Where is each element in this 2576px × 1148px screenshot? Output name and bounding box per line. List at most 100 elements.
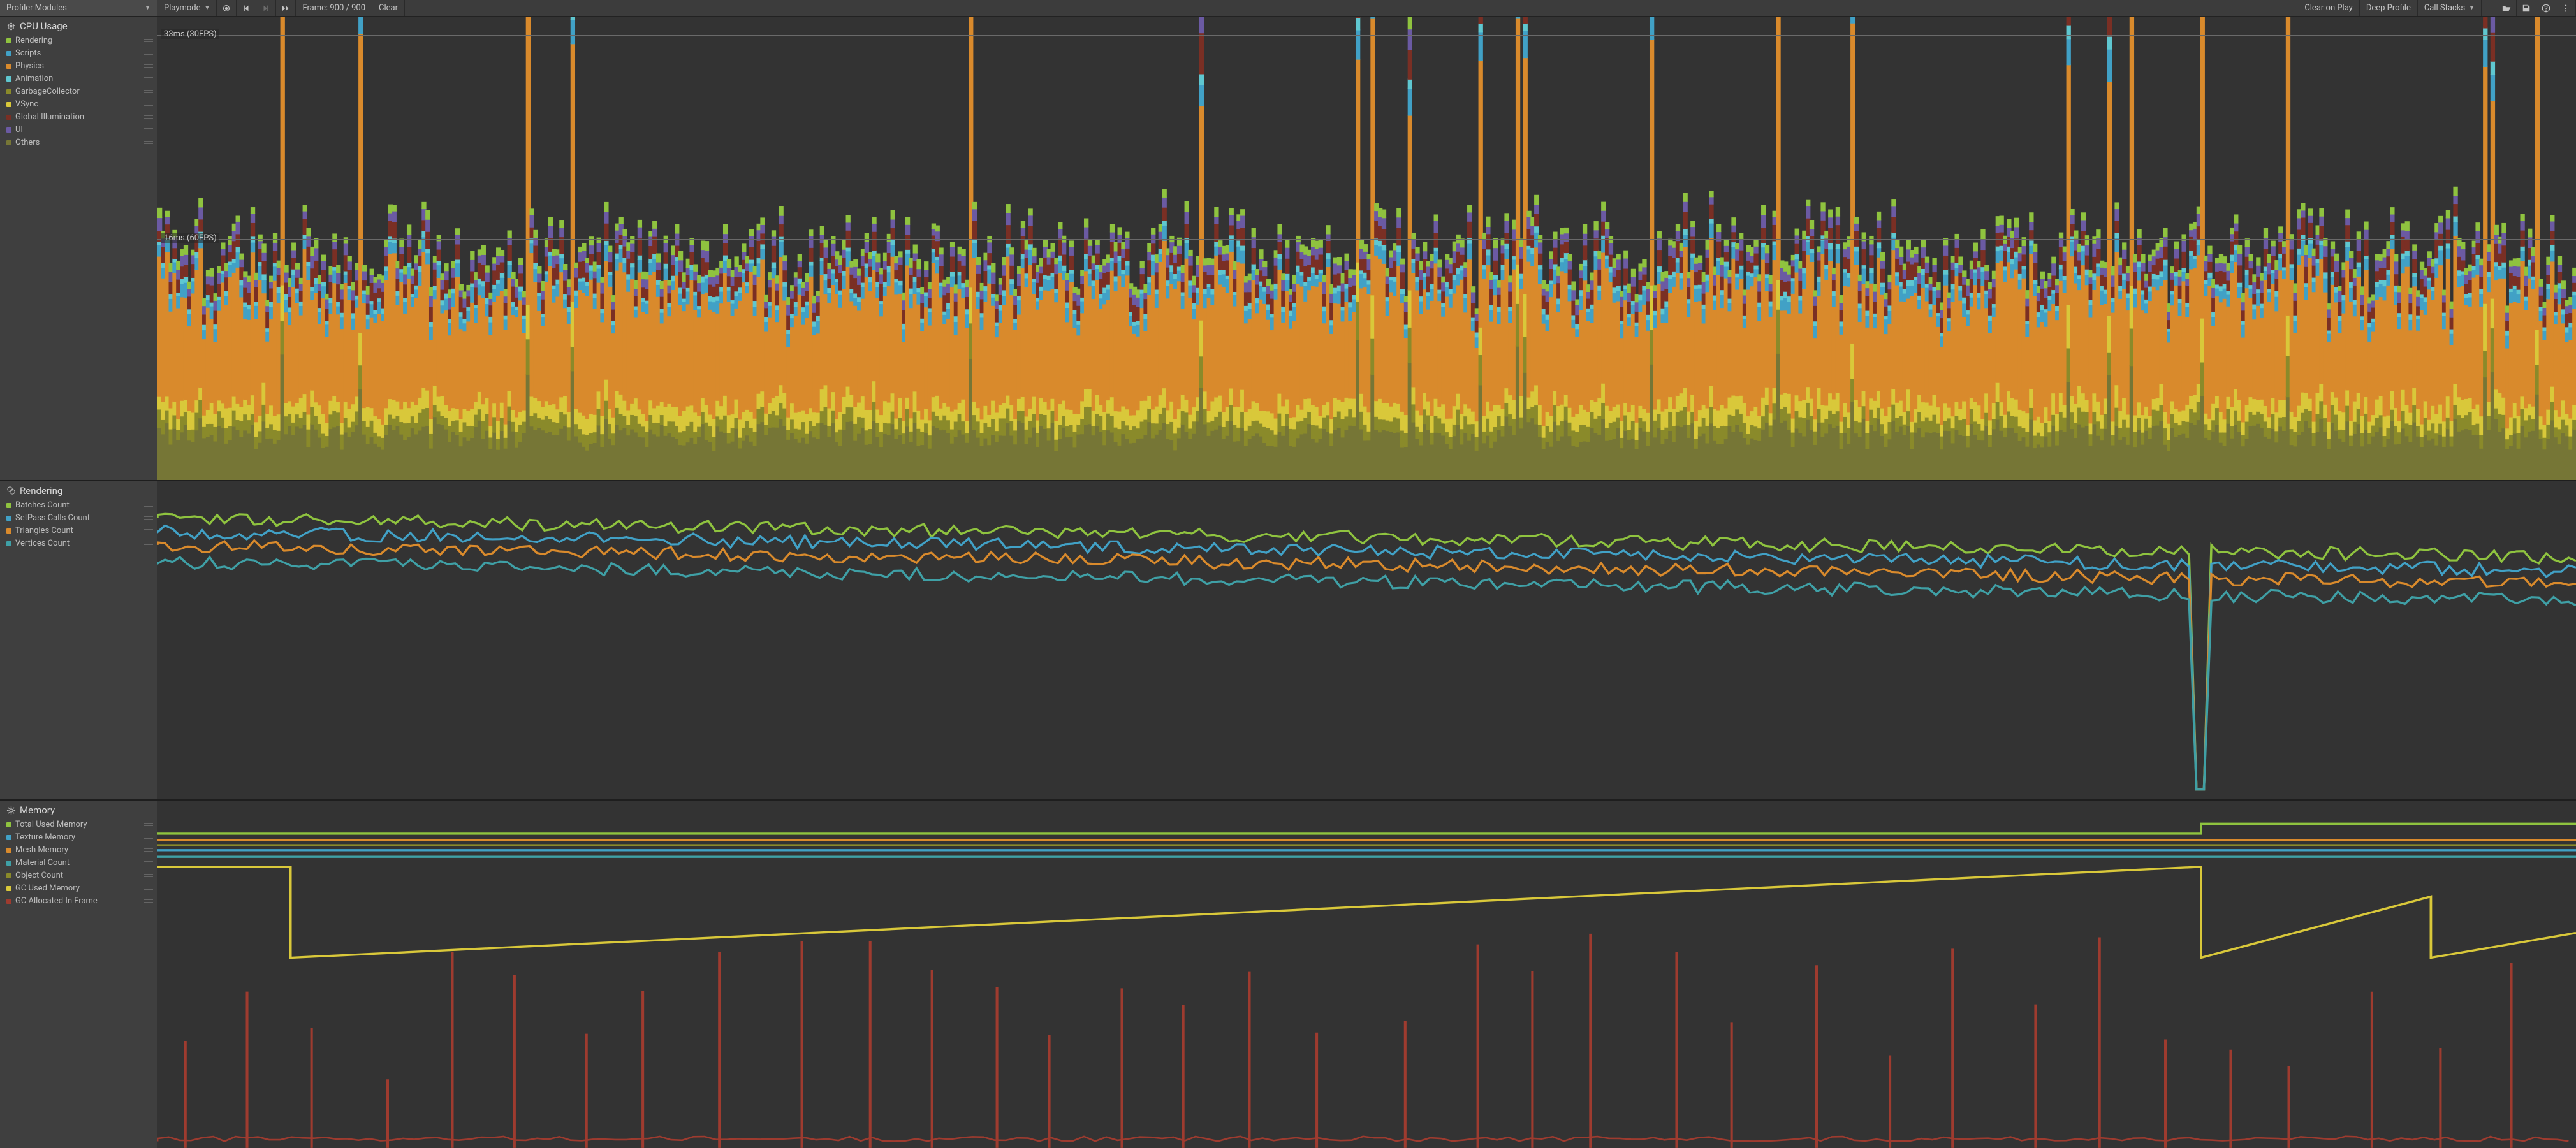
rendering-icon [6,486,16,495]
legend-item[interactable]: Total Used Memory [6,818,157,831]
chevron-down-icon: ▼ [145,4,150,11]
drag-handle-icon[interactable] [144,127,153,133]
record-button[interactable] [217,0,237,16]
module-title-rendering[interactable]: Rendering [6,485,157,497]
legend-item[interactable]: Object Count [6,869,157,882]
module-row-memory: Memory Total Used MemoryTexture MemoryMe… [0,801,2576,1148]
legend-item[interactable]: SetPass Calls Count [6,512,157,525]
skip-back-icon [242,4,251,13]
module-title-memory[interactable]: Memory [6,804,157,816]
drag-handle-icon[interactable] [144,834,153,841]
drag-handle-icon[interactable] [144,847,153,854]
legend-label: Animation [15,73,53,85]
chart-memory[interactable] [157,801,2576,1148]
legend-label: Vertices Count [15,537,70,550]
load-button[interactable] [2497,0,2517,16]
module-row-cpu: CPU Usage RenderingScriptsPhysicsAnimati… [0,17,2576,481]
legend-label: Mesh Memory [15,844,68,857]
legend-item[interactable]: Vertices Count [6,537,157,550]
module-sidebar-memory[interactable]: Memory Total Used MemoryTexture MemoryMe… [0,801,157,1148]
chart-rendering[interactable] [157,481,2576,800]
call-stacks-dropdown[interactable]: Call Stacks ▼ [2418,0,2482,16]
legend-label: UI [15,124,23,136]
legend-item[interactable]: Physics [6,60,157,73]
module-sidebar-rendering[interactable]: Rendering Batches CountSetPass Calls Cou… [0,481,157,800]
legend-item[interactable]: Rendering [6,34,157,47]
legend-swatch [6,873,11,878]
legend-item[interactable]: Scripts [6,47,157,60]
legend-swatch [6,64,11,69]
first-frame-button[interactable] [237,0,256,16]
deep-profile-label: Deep Profile [2366,3,2411,13]
drag-handle-icon[interactable] [144,38,153,44]
profiler-modules-label: Profiler Modules [6,3,67,13]
clear-button[interactable]: Clear [372,0,405,16]
toolbar-spacer [405,0,2298,16]
legend-swatch [6,899,11,904]
legend-item[interactable]: Others [6,136,157,149]
legend-item[interactable]: Mesh Memory [6,844,157,857]
legend-label: Triangles Count [15,525,73,537]
next-frame-button[interactable] [256,0,276,16]
drag-handle-icon[interactable] [144,860,153,866]
drag-handle-icon[interactable] [144,140,153,146]
clear-on-play-toggle[interactable]: Clear on Play [2298,0,2360,16]
help-button[interactable] [2536,0,2556,16]
last-frame-button[interactable] [276,0,296,16]
drag-handle-icon[interactable] [144,515,153,521]
playmode-dropdown[interactable]: Playmode ▼ [157,0,217,16]
chart-cpu[interactable]: 33ms (30FPS)16ms (60FPS) [157,17,2576,480]
drag-handle-icon[interactable] [144,50,153,57]
legend-item[interactable]: GC Used Memory [6,882,157,895]
legend-item[interactable]: GC Allocated In Frame [6,895,157,908]
module-title-text: Memory [20,804,55,816]
legend-swatch [6,76,11,82]
drag-handle-icon[interactable] [144,89,153,95]
drag-handle-icon[interactable] [144,76,153,82]
call-stacks-label: Call Stacks [2424,3,2465,13]
drag-handle-icon[interactable] [144,101,153,108]
legend-item[interactable]: Material Count [6,857,157,869]
legend-item[interactable]: Global Illumination [6,111,157,124]
legend-item[interactable]: Texture Memory [6,831,157,844]
drag-handle-icon[interactable] [144,541,153,547]
drag-handle-icon[interactable] [144,885,153,892]
legend-item[interactable]: Triangles Count [6,525,157,537]
module-sidebar-cpu[interactable]: CPU Usage RenderingScriptsPhysicsAnimati… [0,17,157,480]
context-menu-button[interactable] [2556,0,2576,16]
help-icon [2542,4,2550,13]
fast-forward-icon [281,4,290,13]
drag-handle-icon[interactable] [144,63,153,69]
legend-swatch [6,115,11,120]
clear-on-play-label: Clear on Play [2304,3,2353,13]
drag-handle-icon[interactable] [144,898,153,905]
drag-handle-icon[interactable] [144,502,153,509]
legend-swatch [6,89,11,94]
profiler-modules-dropdown[interactable]: Profiler Modules ▼ [0,0,157,16]
legend-item[interactable]: UI [6,124,157,136]
legend-label: Batches Count [15,499,70,512]
chevron-down-icon: ▼ [2469,4,2475,11]
legend-item[interactable]: GarbageCollector [6,85,157,98]
legend-item[interactable]: Animation [6,73,157,85]
save-icon [2522,4,2531,13]
legend-swatch [6,127,11,133]
drag-handle-icon[interactable] [144,873,153,879]
legend-item[interactable]: VSync [6,98,157,111]
legend-label: Global Illumination [15,111,84,124]
drag-handle-icon[interactable] [144,114,153,120]
legend-label: VSync [15,98,38,111]
drag-handle-icon[interactable] [144,822,153,828]
save-button[interactable] [2517,0,2536,16]
module-title-cpu[interactable]: CPU Usage [6,20,157,32]
drag-handle-icon[interactable] [144,528,153,534]
legend-swatch [6,51,11,56]
gear-icon [6,806,16,815]
frame-indicator: Frame: 900 / 900 [296,0,372,16]
deep-profile-toggle[interactable]: Deep Profile [2360,0,2418,16]
module-row-rendering: Rendering Batches CountSetPass Calls Cou… [0,481,2576,801]
legend-label: SetPass Calls Count [15,512,90,525]
legend-swatch [6,886,11,891]
playmode-label: Playmode [164,3,201,13]
legend-item[interactable]: Batches Count [6,499,157,512]
